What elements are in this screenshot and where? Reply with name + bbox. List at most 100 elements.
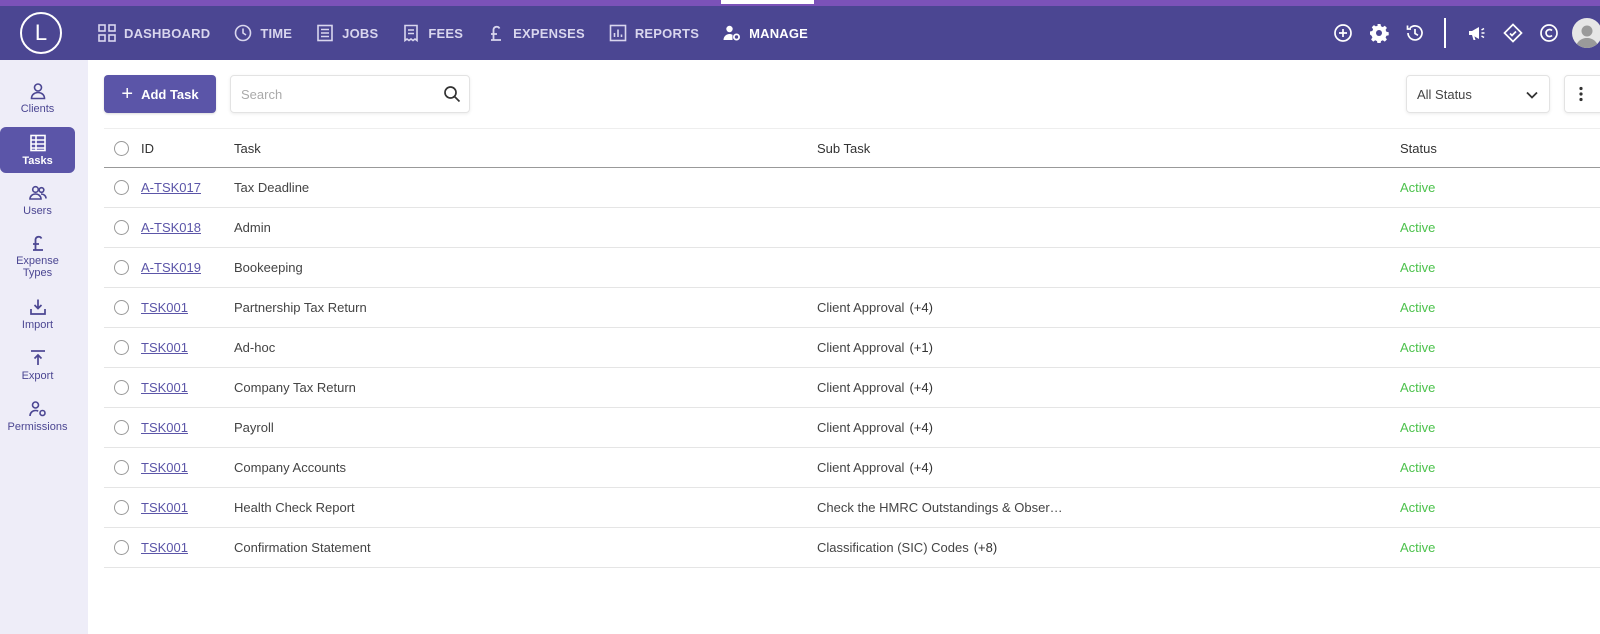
- task-id-link[interactable]: TSK001: [141, 420, 188, 435]
- table-row[interactable]: TSK001 Ad-hoc Client Approval (+1) Active: [104, 328, 1600, 368]
- sub-task-count[interactable]: (+4): [909, 300, 932, 315]
- nav-expenses[interactable]: EXPENSES: [487, 6, 585, 60]
- column-header-task[interactable]: Task: [234, 129, 261, 167]
- row-checkbox[interactable]: [114, 180, 129, 195]
- sub-task-name: Classification (SIC) Codes: [817, 540, 969, 555]
- table-row[interactable]: TSK001 Payroll Client Approval (+4) Active: [104, 408, 1600, 448]
- table-row[interactable]: TSK001 Health Check Report Check the HMRC …: [104, 488, 1600, 528]
- task-name: Bookeeping: [234, 260, 303, 275]
- status-badge: Active: [1400, 220, 1436, 235]
- task-id-link[interactable]: A-TSK018: [141, 220, 201, 235]
- sidebar-item-label: Clients: [20, 103, 55, 115]
- column-header-id[interactable]: ID: [141, 129, 154, 167]
- row-checkbox[interactable]: [114, 340, 129, 355]
- search-icon[interactable]: [443, 85, 461, 103]
- table-row[interactable]: A-TSK017 Tax Deadline Active: [104, 168, 1600, 208]
- top-nav-bar: L DASHBOARD TIME JOBS FEES EXPENSES REPO…: [0, 0, 1600, 60]
- row-checkbox[interactable]: [114, 420, 129, 435]
- task-id-link[interactable]: A-TSK017: [141, 180, 201, 195]
- column-header-sub-task[interactable]: Sub Task: [817, 129, 870, 167]
- task-id-link[interactable]: TSK001: [141, 380, 188, 395]
- status-badge: Active: [1400, 180, 1436, 195]
- nav-manage[interactable]: MANAGE: [721, 0, 815, 60]
- task-id-link[interactable]: A-TSK019: [141, 260, 201, 275]
- row-checkbox[interactable]: [114, 460, 129, 475]
- nav-label: FEES: [428, 25, 464, 41]
- sub-task-cell: Client Approval (+4): [817, 368, 933, 407]
- sidebar-item-label: Tasks: [22, 154, 53, 167]
- history-icon[interactable]: [1404, 22, 1426, 44]
- row-checkbox[interactable]: [114, 220, 129, 235]
- status-filter-select[interactable]: All Status: [1406, 75, 1550, 113]
- task-id-link[interactable]: TSK001: [141, 340, 188, 355]
- task-id-link[interactable]: TSK001: [141, 300, 188, 315]
- table-row[interactable]: TSK001 Company Accounts Client Approval (+4…: [104, 448, 1600, 488]
- task-id-link[interactable]: TSK001: [141, 540, 188, 555]
- status-badge: Active: [1400, 340, 1436, 355]
- status-badge: Active: [1400, 540, 1436, 555]
- nav-fees[interactable]: FEES: [402, 6, 463, 60]
- app-logo[interactable]: L: [20, 12, 62, 54]
- nav-dashboard[interactable]: DASHBOARD: [98, 6, 210, 60]
- sub-task-count[interactable]: (+4): [909, 460, 932, 475]
- task-name: Company Tax Return: [234, 380, 356, 395]
- nav-time[interactable]: TIME: [234, 6, 292, 60]
- tasks-table: ID Task Sub Task Status A-TSK017 Tax Dead…: [104, 128, 1600, 568]
- task-id-link[interactable]: TSK001: [141, 460, 188, 475]
- gear-icon[interactable]: [1368, 22, 1390, 44]
- row-checkbox[interactable]: [114, 500, 129, 515]
- sub-task-cell: Check the HMRC Outstandings & Obser…: [817, 488, 1068, 527]
- sub-task-count[interactable]: (+4): [909, 380, 932, 395]
- row-checkbox[interactable]: [114, 260, 129, 275]
- task-name: Company Accounts: [234, 460, 347, 475]
- status-badge: Active: [1400, 420, 1436, 435]
- sub-task-count[interactable]: (+1): [909, 340, 932, 355]
- search-input[interactable]: [231, 76, 431, 112]
- nav-reports[interactable]: REPORTS: [609, 6, 699, 60]
- task-name: Health Check Report: [234, 500, 355, 515]
- sidebar-item-tasks[interactable]: Tasks: [0, 127, 75, 173]
- table-row[interactable]: TSK001 Company Tax Return Client Approval (…: [104, 368, 1600, 408]
- sub-task-cell: Client Approval (+4): [817, 408, 933, 447]
- sidebar-item-import[interactable]: Import: [0, 298, 75, 331]
- status-badge: Active: [1400, 380, 1436, 395]
- sub-task-cell: [817, 248, 822, 287]
- copyright-icon[interactable]: [1538, 22, 1560, 44]
- sidebar-item-users[interactable]: Users: [0, 184, 75, 217]
- search-box: [230, 75, 470, 113]
- row-checkbox[interactable]: [114, 300, 129, 315]
- list-icon: [317, 24, 333, 42]
- task-id-link[interactable]: TSK001: [141, 500, 188, 515]
- table-row[interactable]: A-TSK018 Admin Active: [104, 208, 1600, 248]
- sub-task-count[interactable]: (+8): [974, 540, 997, 555]
- row-checkbox[interactable]: [114, 380, 129, 395]
- nav-label: TIME: [260, 25, 293, 41]
- chevron-down-icon: [1526, 91, 1538, 99]
- table-row[interactable]: A-TSK019 Bookeeping Active: [104, 248, 1600, 288]
- add-task-label: Add Task: [141, 86, 199, 102]
- kebab-menu-icon: [1579, 86, 1583, 102]
- select-all-checkbox[interactable]: [114, 140, 129, 156]
- table-row[interactable]: TSK001 Confirmation Statement Classificati…: [104, 528, 1600, 568]
- sidebar-item-clients[interactable]: Clients: [0, 82, 75, 115]
- megaphone-icon[interactable]: [1466, 22, 1488, 44]
- avatar[interactable]: [1572, 18, 1600, 48]
- nav-label: JOBS: [342, 25, 379, 41]
- more-options-button[interactable]: [1564, 75, 1600, 113]
- sidebar-item-label: Export: [21, 370, 54, 382]
- sidebar-item-permissions[interactable]: Permissions: [0, 400, 75, 433]
- add-circle-icon[interactable]: [1332, 22, 1354, 44]
- row-checkbox[interactable]: [114, 540, 129, 555]
- sidebar-item-export[interactable]: Export: [0, 349, 75, 382]
- add-task-button[interactable]: + Add Task: [104, 75, 216, 113]
- diamond-icon[interactable]: [1502, 22, 1524, 44]
- column-header-status[interactable]: Status: [1400, 129, 1437, 167]
- sub-task-count[interactable]: (+4): [909, 420, 932, 435]
- task-name: Payroll: [234, 420, 274, 435]
- sub-task-name: Client Approval: [817, 380, 905, 395]
- table-row[interactable]: TSK001 Partnership Tax Return Client Appro…: [104, 288, 1600, 328]
- pound-icon: [32, 235, 43, 251]
- nav-jobs[interactable]: JOBS: [316, 6, 378, 60]
- sidebar-item-label: Users: [23, 205, 52, 217]
- sidebar-item-expense-types[interactable]: Expense Types: [0, 234, 75, 279]
